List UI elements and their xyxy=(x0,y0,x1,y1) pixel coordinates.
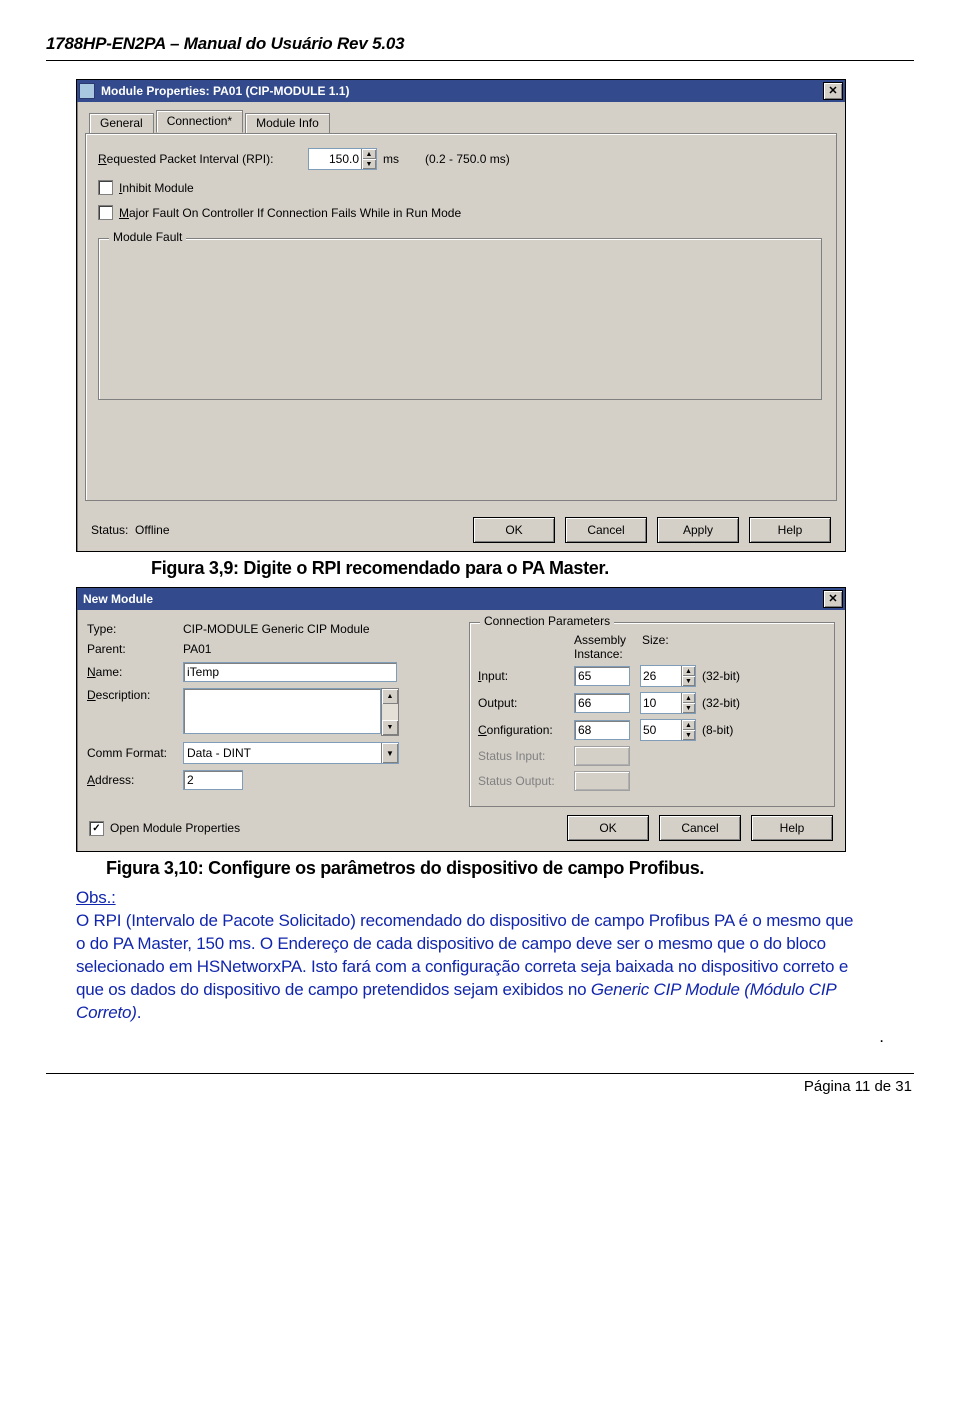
config-size-spinner[interactable]: ▲▼ xyxy=(640,719,696,741)
status-input-instance xyxy=(574,746,630,766)
config-unit: (8-bit) xyxy=(702,723,733,737)
status-output-label: Status Output: xyxy=(478,774,574,788)
ok-button[interactable]: OK xyxy=(473,517,555,543)
status-output-instance xyxy=(574,771,630,791)
help-button[interactable]: Help xyxy=(749,517,831,543)
config-label: Configuration: xyxy=(478,723,574,737)
close-button[interactable]: ✕ xyxy=(823,82,843,100)
type-value: CIP-MODULE Generic CIP Module xyxy=(183,622,370,636)
status-value: Offline xyxy=(135,523,169,537)
window-title: Module Properties: PA01 (CIP-MODULE 1.1) xyxy=(101,84,823,98)
obs-trail: . xyxy=(137,1003,142,1022)
header-assembly-instance: Assembly Instance: xyxy=(574,633,642,661)
parent-value: PA01 xyxy=(183,642,211,656)
status-label: Status: xyxy=(91,523,128,537)
output-unit: (32-bit) xyxy=(702,696,740,710)
tab-panel-connection: Requested Packet Interval (RPI): ▲ ▼ ms … xyxy=(85,133,837,501)
scrollbar[interactable]: ▲ ▼ xyxy=(381,688,399,736)
titlebar: New Module ✕ xyxy=(77,588,845,610)
tab-connection[interactable]: Connection* xyxy=(156,110,243,133)
module-properties-window: Module Properties: PA01 (CIP-MODULE 1.1)… xyxy=(76,79,846,552)
address-label: Address: xyxy=(87,773,183,787)
cancel-button[interactable]: Cancel xyxy=(565,517,647,543)
status-input-label: Status Input: xyxy=(478,749,574,763)
rpi-unit: ms xyxy=(383,152,399,166)
input-unit: (32-bit) xyxy=(702,669,740,683)
scroll-down-icon[interactable]: ▼ xyxy=(382,720,398,735)
tab-bar: General Connection* Module Info xyxy=(79,104,843,133)
chevron-down-icon[interactable]: ▼ xyxy=(381,743,398,763)
obs-paragraph: Obs.: O RPI (Intervalo de Pacote Solicit… xyxy=(76,887,884,1025)
figure-caption-1: Figura 3,9: Digite o RPI recomendado par… xyxy=(151,558,914,579)
open-module-properties-checkbox[interactable]: ✓ xyxy=(89,821,104,836)
close-button[interactable]: ✕ xyxy=(823,590,843,608)
app-icon xyxy=(79,83,95,99)
major-fault-checkbox[interactable] xyxy=(98,205,113,220)
apply-button[interactable]: Apply xyxy=(657,517,739,543)
scroll-up-icon[interactable]: ▲ xyxy=(382,689,398,704)
description-input[interactable] xyxy=(183,688,381,734)
spin-up-icon[interactable]: ▲ xyxy=(681,720,695,730)
window-title: New Module xyxy=(83,592,823,606)
footer-rule xyxy=(46,1073,914,1074)
module-fault-groupbox: Module Fault xyxy=(98,238,822,400)
config-instance[interactable] xyxy=(574,720,630,740)
output-size[interactable] xyxy=(641,693,681,713)
name-label: Name: xyxy=(87,665,183,679)
rpi-spinner[interactable]: ▲ ▼ xyxy=(308,148,377,170)
titlebar: Module Properties: PA01 (CIP-MODULE 1.1)… xyxy=(77,80,845,102)
ok-button[interactable]: OK xyxy=(567,815,649,841)
comm-format-combo[interactable]: ▼ xyxy=(183,742,399,764)
trailing-dot: . xyxy=(46,1027,884,1047)
connection-parameters-legend: Connection Parameters xyxy=(480,614,614,628)
module-fault-legend: Module Fault xyxy=(109,230,186,244)
spin-down-icon[interactable]: ▼ xyxy=(361,159,376,169)
output-instance[interactable] xyxy=(574,693,630,713)
spin-down-icon[interactable]: ▼ xyxy=(681,676,695,686)
doc-header: 1788HP-EN2PA – Manual do Usuário Rev 5.0… xyxy=(46,34,914,54)
input-size-spinner[interactable]: ▲▼ xyxy=(640,665,696,687)
comm-format-label: Comm Format: xyxy=(87,746,183,760)
header-rule xyxy=(46,60,914,61)
address-input[interactable] xyxy=(183,770,243,790)
rpi-label: Requested Packet Interval (RPI): xyxy=(98,152,308,166)
spin-down-icon[interactable]: ▼ xyxy=(681,730,695,740)
figure-caption-2: Figura 3,10: Configure os parâmetros do … xyxy=(106,858,914,879)
comm-format-input[interactable] xyxy=(184,743,381,763)
input-size[interactable] xyxy=(641,666,681,686)
rpi-range: (0.2 - 750.0 ms) xyxy=(425,152,510,166)
type-label: Type: xyxy=(87,622,183,636)
open-module-properties-label: Open Module Properties xyxy=(110,821,240,835)
description-label: Description: xyxy=(87,688,183,702)
connection-parameters-groupbox: Connection Parameters Assembly Instance:… xyxy=(469,622,835,807)
output-label: Output: xyxy=(478,696,574,710)
spin-up-icon[interactable]: ▲ xyxy=(681,693,695,703)
page-footer: Página 11 de 31 xyxy=(46,1078,914,1095)
spin-up-icon[interactable]: ▲ xyxy=(681,666,695,676)
major-fault-label: Major Fault On Controller If Connection … xyxy=(119,206,461,220)
obs-label: Obs.: xyxy=(76,887,128,910)
output-size-spinner[interactable]: ▲▼ xyxy=(640,692,696,714)
help-button[interactable]: Help xyxy=(751,815,833,841)
scroll-track[interactable] xyxy=(382,704,398,720)
rpi-input[interactable] xyxy=(309,149,361,169)
status-row: Status: Offline OK Cancel Apply Help xyxy=(79,509,843,543)
config-size[interactable] xyxy=(641,720,681,740)
inhibit-label: Inhibit Module xyxy=(119,181,194,195)
name-input[interactable] xyxy=(183,662,397,682)
inhibit-checkbox[interactable] xyxy=(98,180,113,195)
new-module-window: New Module ✕ Type: CIP-MODULE Generic CI… xyxy=(76,587,846,852)
input-instance[interactable] xyxy=(574,666,630,686)
header-size: Size: xyxy=(642,633,669,661)
cancel-button[interactable]: Cancel xyxy=(659,815,741,841)
input-label: Input: xyxy=(478,669,574,683)
parent-label: Parent: xyxy=(87,642,183,656)
spin-up-icon[interactable]: ▲ xyxy=(361,149,376,159)
spin-down-icon[interactable]: ▼ xyxy=(681,703,695,713)
